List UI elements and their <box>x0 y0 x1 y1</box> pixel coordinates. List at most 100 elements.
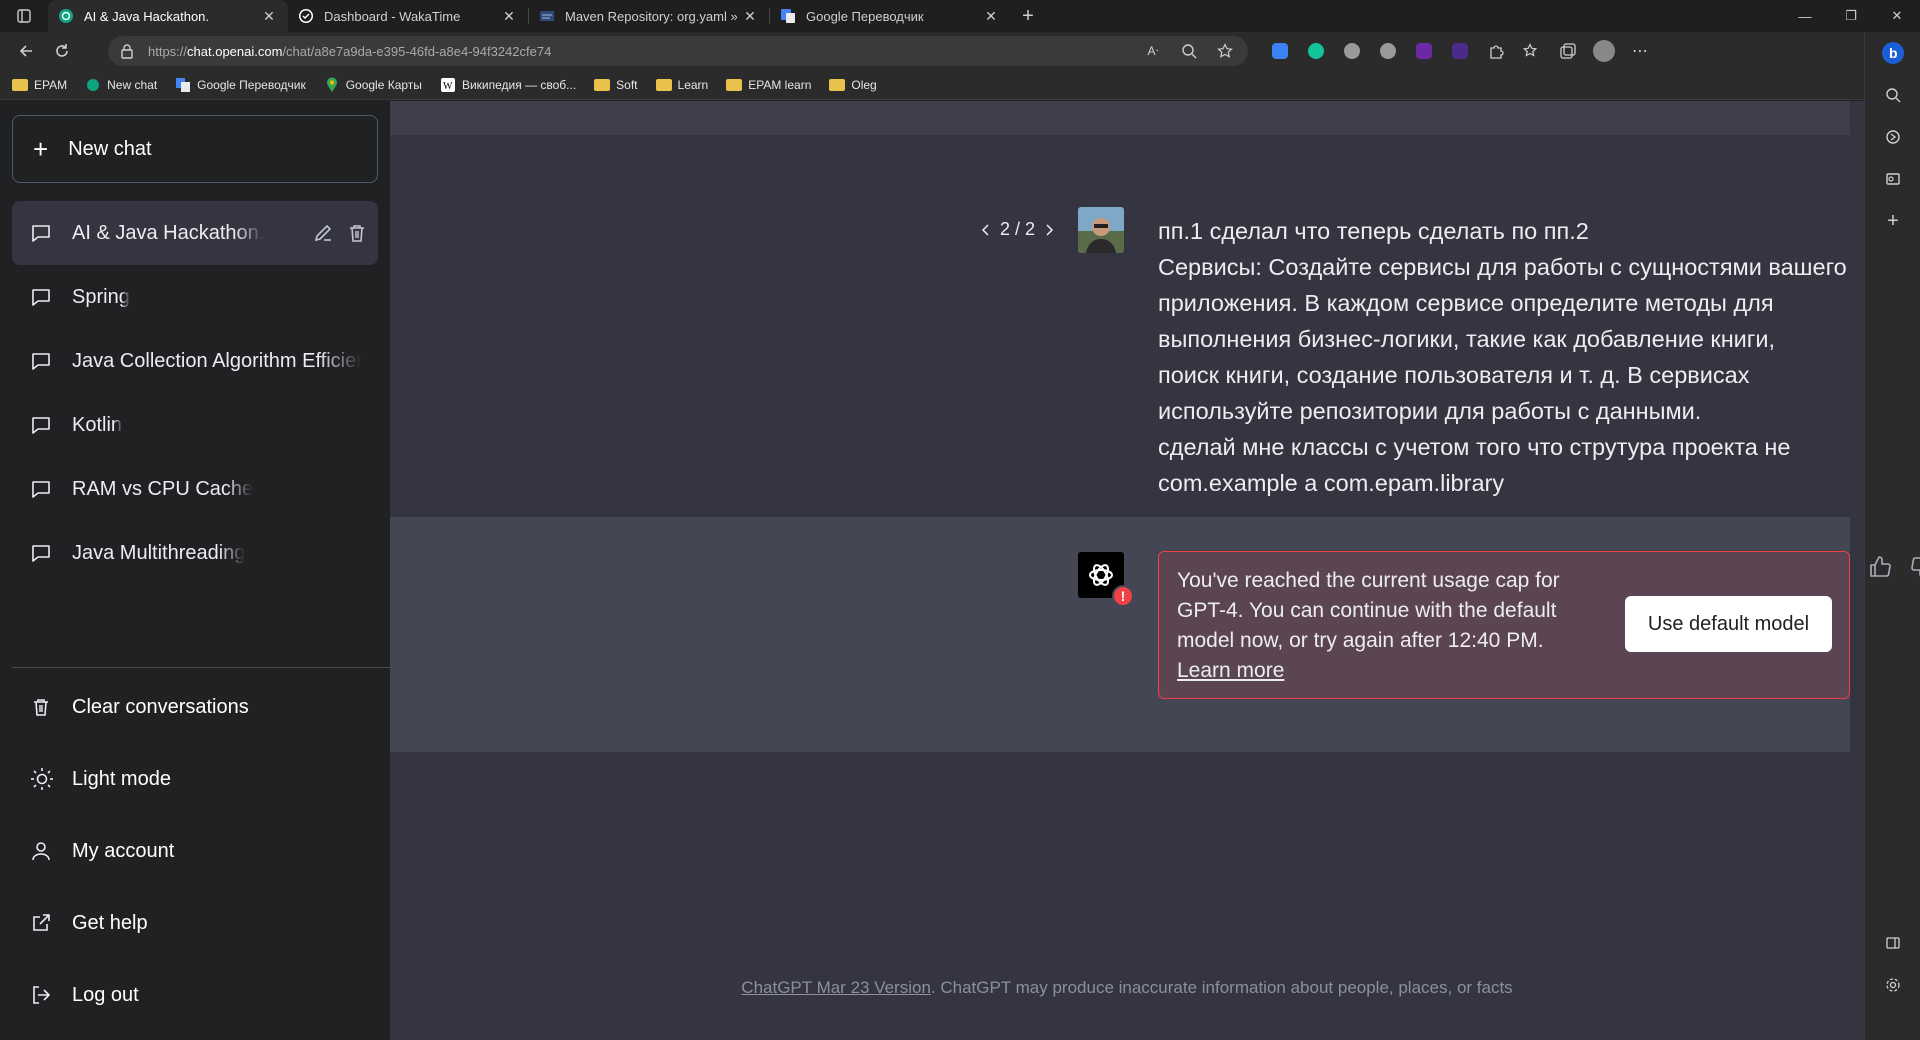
error-badge-icon: ! <box>1112 585 1134 607</box>
collections-icon[interactable] <box>1550 36 1586 66</box>
close-tab-icon[interactable]: ✕ <box>500 7 518 25</box>
new-chat-button[interactable]: + New chat <box>12 115 378 183</box>
chat-bubble-icon <box>30 286 56 308</box>
folder-icon <box>829 77 846 93</box>
footer: ChatGPT Mar 23 Version. ChatGPT may prod… <box>390 978 1864 998</box>
chat-item-label: Java Multithreading <box>72 541 246 564</box>
chevron-right-icon[interactable] <box>1043 222 1055 238</box>
extension-icon[interactable] <box>1370 36 1406 66</box>
chat-item-ai-java-hackathon[interactable]: AI & Java Hackathon. <box>12 201 378 265</box>
folder-icon <box>726 77 743 93</box>
get-help-button[interactable]: Get help <box>12 893 378 953</box>
version-link[interactable]: ChatGPT Mar 23 Version <box>741 978 931 997</box>
bookmark-learn[interactable]: Learn <box>655 77 708 93</box>
bookmark-soft[interactable]: Soft <box>594 77 638 93</box>
settings-gear-icon[interactable] <box>1865 964 1920 1006</box>
bookmark-new-chat[interactable]: New chat <box>85 77 157 93</box>
close-tab-icon[interactable]: ✕ <box>741 7 759 25</box>
bing-icon[interactable]: b <box>1865 32 1920 74</box>
address-bar[interactable]: https://chat.openai.com/chat/a8e7a9da-e3… <box>108 36 1248 66</box>
sun-icon <box>30 767 56 791</box>
openai-icon <box>58 8 74 24</box>
tab-title: Google Переводчик <box>806 8 924 24</box>
more-options-icon[interactable]: ⋯ <box>1622 36 1658 66</box>
bookmark-epam-learn[interactable]: EPAM learn <box>726 77 811 93</box>
window-controls: — ❐ ✕ <box>1782 0 1920 32</box>
refresh-icon[interactable] <box>44 35 80 67</box>
close-window-icon[interactable]: ✕ <box>1874 0 1920 32</box>
chat-bubble-icon <box>30 542 56 564</box>
trash-icon <box>30 696 56 718</box>
thumbs-down-icon[interactable] <box>1910 555 1920 579</box>
log-out-button[interactable]: Log out <box>12 965 378 1025</box>
trash-icon[interactable] <box>346 222 368 244</box>
openai-icon <box>85 77 101 93</box>
bookmark-wikipedia[interactable]: W Википедия — своб... <box>440 77 576 93</box>
tab-wakatime[interactable]: Dashboard - WakaTime ✕ <box>288 0 528 32</box>
search-icon[interactable] <box>1865 74 1920 116</box>
chat-item-kotlin[interactable]: Kotlin <box>12 393 378 457</box>
tab-chatgpt[interactable]: AI & Java Hackathon. ✕ <box>48 0 288 32</box>
disclaimer-text: . ChatGPT may produce inaccurate informa… <box>930 978 1513 997</box>
tab-google-translate[interactable]: Google Переводчик ✕ <box>770 0 1010 32</box>
logout-icon <box>30 984 56 1006</box>
chat-bubble-icon <box>30 222 56 244</box>
bookmark-google-maps[interactable]: Google Карты <box>324 77 422 93</box>
translate-extension-icon[interactable] <box>1262 36 1298 66</box>
navigation-bar: https://chat.openai.com/chat/a8e7a9da-e3… <box>0 32 1880 70</box>
tab-title: Maven Repository: org.yaml » sn <box>565 8 741 24</box>
tools-icon[interactable] <box>1865 116 1920 158</box>
profile-avatar[interactable] <box>1586 36 1622 66</box>
use-default-model-button[interactable]: Use default model <box>1625 596 1832 652</box>
chevron-left-icon[interactable] <box>980 222 992 238</box>
bookmark-epam[interactable]: EPAM <box>12 77 67 93</box>
chat-bubble-icon <box>30 350 56 372</box>
google-translate-icon <box>780 8 796 24</box>
minimize-icon[interactable]: — <box>1782 0 1828 32</box>
chat-item-ram-vs-cpu-cache[interactable]: RAM vs CPU Cache <box>12 457 378 521</box>
google-translate-icon <box>175 77 191 93</box>
tab-actions-icon[interactable] <box>0 0 48 32</box>
back-arrow-icon[interactable] <box>8 35 44 67</box>
chat-bubble-icon <box>30 478 56 500</box>
tab-maven[interactable]: Maven Repository: org.yaml » sn ✕ <box>529 0 769 32</box>
extensions-puzzle-icon[interactable] <box>1478 36 1514 66</box>
learn-more-link[interactable]: Learn more <box>1177 656 1577 686</box>
extension-icon[interactable] <box>1442 36 1478 66</box>
sidebar: + New chat AI & Java Hackathon. Spring J… <box>0 101 390 1040</box>
new-tab-button[interactable]: + <box>1010 0 1046 32</box>
zoom-icon[interactable] <box>1174 39 1204 63</box>
close-tab-icon[interactable]: ✕ <box>260 7 278 25</box>
grammarly-extension-icon[interactable] <box>1298 36 1334 66</box>
outlook-icon[interactable] <box>1865 158 1920 200</box>
chat-item-spring[interactable]: Spring <box>12 265 378 329</box>
hide-sidebar-icon[interactable] <box>1865 922 1920 964</box>
bookmark-oleg[interactable]: Oleg <box>829 77 877 93</box>
thumbs-up-icon[interactable] <box>1868 555 1892 579</box>
url-host: chat.openai.com <box>187 43 283 59</box>
restore-icon[interactable]: ❐ <box>1828 0 1874 32</box>
chat-item-java-multithreading[interactable]: Java Multithreading <box>12 521 378 585</box>
favorites-icon[interactable] <box>1514 36 1550 66</box>
assistant-message: ! You've reached the current usage cap f… <box>390 517 1920 752</box>
edit-pencil-icon[interactable] <box>312 222 334 244</box>
plus-icon: + <box>33 133 49 164</box>
chat-item-label: Java Collection Algorithm Efficiency <box>72 349 362 372</box>
clear-conversations-button[interactable]: Clear conversations <box>12 677 378 737</box>
extension-icon[interactable] <box>1406 36 1442 66</box>
add-favorite-icon[interactable] <box>1210 39 1240 63</box>
lock-icon[interactable] <box>120 43 138 59</box>
my-account-button[interactable]: My account <box>12 821 378 881</box>
chat-bubble-icon <box>30 414 56 436</box>
read-aloud-icon[interactable]: Aᐧ <box>1138 39 1168 63</box>
chat-item-java-collection[interactable]: Java Collection Algorithm Efficiency <box>12 329 378 393</box>
bookmark-google-translate[interactable]: Google Переводчик <box>175 77 306 93</box>
light-mode-button[interactable]: Light mode <box>12 749 378 809</box>
close-tab-icon[interactable]: ✕ <box>982 7 1000 25</box>
extension-icon[interactable] <box>1334 36 1370 66</box>
message-pager: 2 / 2 <box>980 219 1055 240</box>
user-avatar <box>1078 207 1124 253</box>
chat-item-label: Spring <box>72 285 130 308</box>
chat-item-label: AI & Java Hackathon. <box>72 221 265 244</box>
bookmarks-bar: EPAM New chat Google Переводчик Google К… <box>0 70 1880 100</box>
